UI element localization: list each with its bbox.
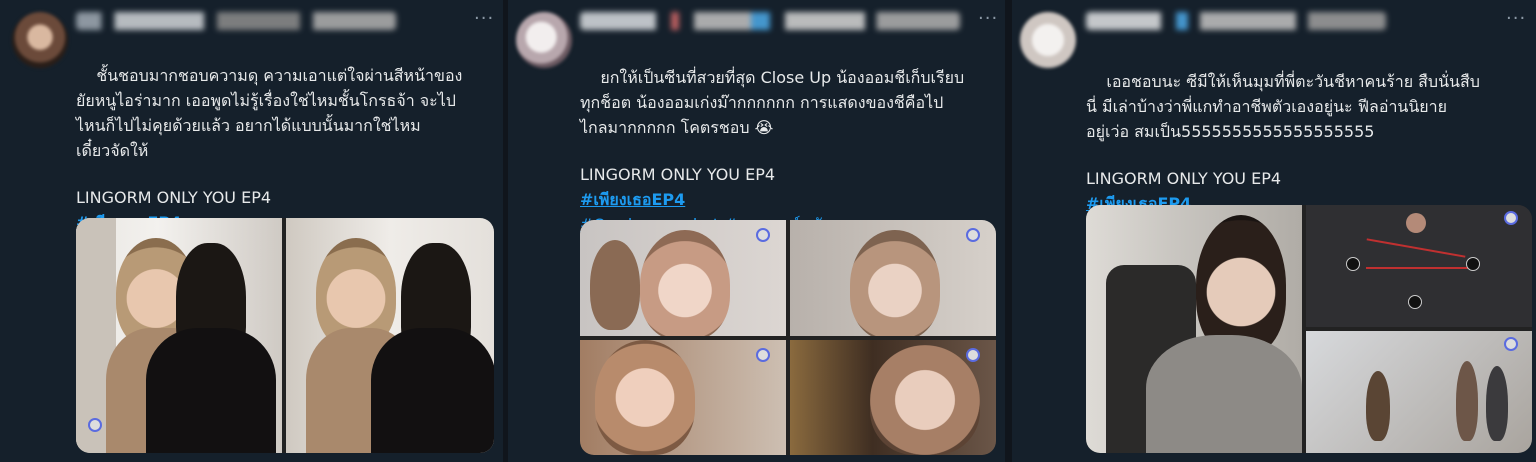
media-image-3[interactable] bbox=[580, 340, 786, 455]
tweet-card-2[interactable]: ··· ยกให้เป็นซีนที่สวยที่สุด Close Up น้… bbox=[508, 0, 1005, 462]
more-options-icon[interactable]: ··· bbox=[474, 8, 494, 29]
tweet-media[interactable] bbox=[580, 220, 996, 455]
tweet-text: เออชอบนะ ซีมีให้เห็นมุมที่พี่ตะวันชีหาคน… bbox=[1086, 44, 1526, 216]
media-image-1[interactable] bbox=[76, 218, 282, 453]
media-image-3[interactable] bbox=[1306, 331, 1532, 453]
username-redacted bbox=[1086, 12, 1386, 30]
username-redacted bbox=[580, 12, 960, 30]
more-options-icon[interactable]: ··· bbox=[978, 8, 998, 29]
tweet-body: ยกให้เป็นซีนที่สวยที่สุด Close Up น้องออ… bbox=[580, 68, 965, 137]
username-redacted bbox=[76, 12, 396, 30]
more-options-icon[interactable]: ··· bbox=[1506, 8, 1526, 29]
media-image-2[interactable] bbox=[286, 218, 494, 453]
tweet-line-title: LINGORM ONLY YOU EP4 bbox=[1086, 169, 1282, 188]
media-image-1[interactable] bbox=[1086, 205, 1302, 453]
tweet-card-1[interactable]: ··· ชั้นชอบมากชอบความดุ ความเอาแต่ใจผ่าน… bbox=[0, 0, 503, 462]
media-image-2[interactable] bbox=[790, 220, 996, 336]
hashtag-link[interactable]: #เพียงเธอEP4 bbox=[580, 190, 685, 209]
media-image-4[interactable] bbox=[790, 340, 996, 455]
tweet-text: ชั้นชอบมากชอบความดุ ความเอาแต่ใจผ่านสีหน… bbox=[76, 38, 496, 235]
tweet-body: ชั้นชอบมากชอบความดุ ความเอาแต่ใจผ่านสีหน… bbox=[76, 66, 463, 160]
avatar[interactable] bbox=[516, 12, 572, 68]
tweet-media[interactable] bbox=[1086, 205, 1532, 453]
media-image-2[interactable] bbox=[1306, 205, 1532, 327]
tweet-line-title: LINGORM ONLY YOU EP4 bbox=[580, 165, 776, 184]
tweet-card-3[interactable]: ··· เออชอบนะ ซีมีให้เห็นมุมที่พี่ตะวันชี… bbox=[1012, 0, 1536, 462]
media-image-1[interactable] bbox=[580, 220, 786, 336]
tweet-text: ยกให้เป็นซีนที่สวยที่สุด Close Up น้องออ… bbox=[580, 40, 1000, 237]
tweet-body: เออชอบนะ ซีมีให้เห็นมุมที่พี่ตะวันชีหาคน… bbox=[1086, 72, 1480, 141]
avatar[interactable] bbox=[12, 12, 68, 68]
tweet-line-title: LINGORM ONLY YOU EP4 bbox=[76, 188, 272, 207]
avatar[interactable] bbox=[1020, 12, 1076, 68]
tweet-media[interactable] bbox=[76, 218, 494, 453]
